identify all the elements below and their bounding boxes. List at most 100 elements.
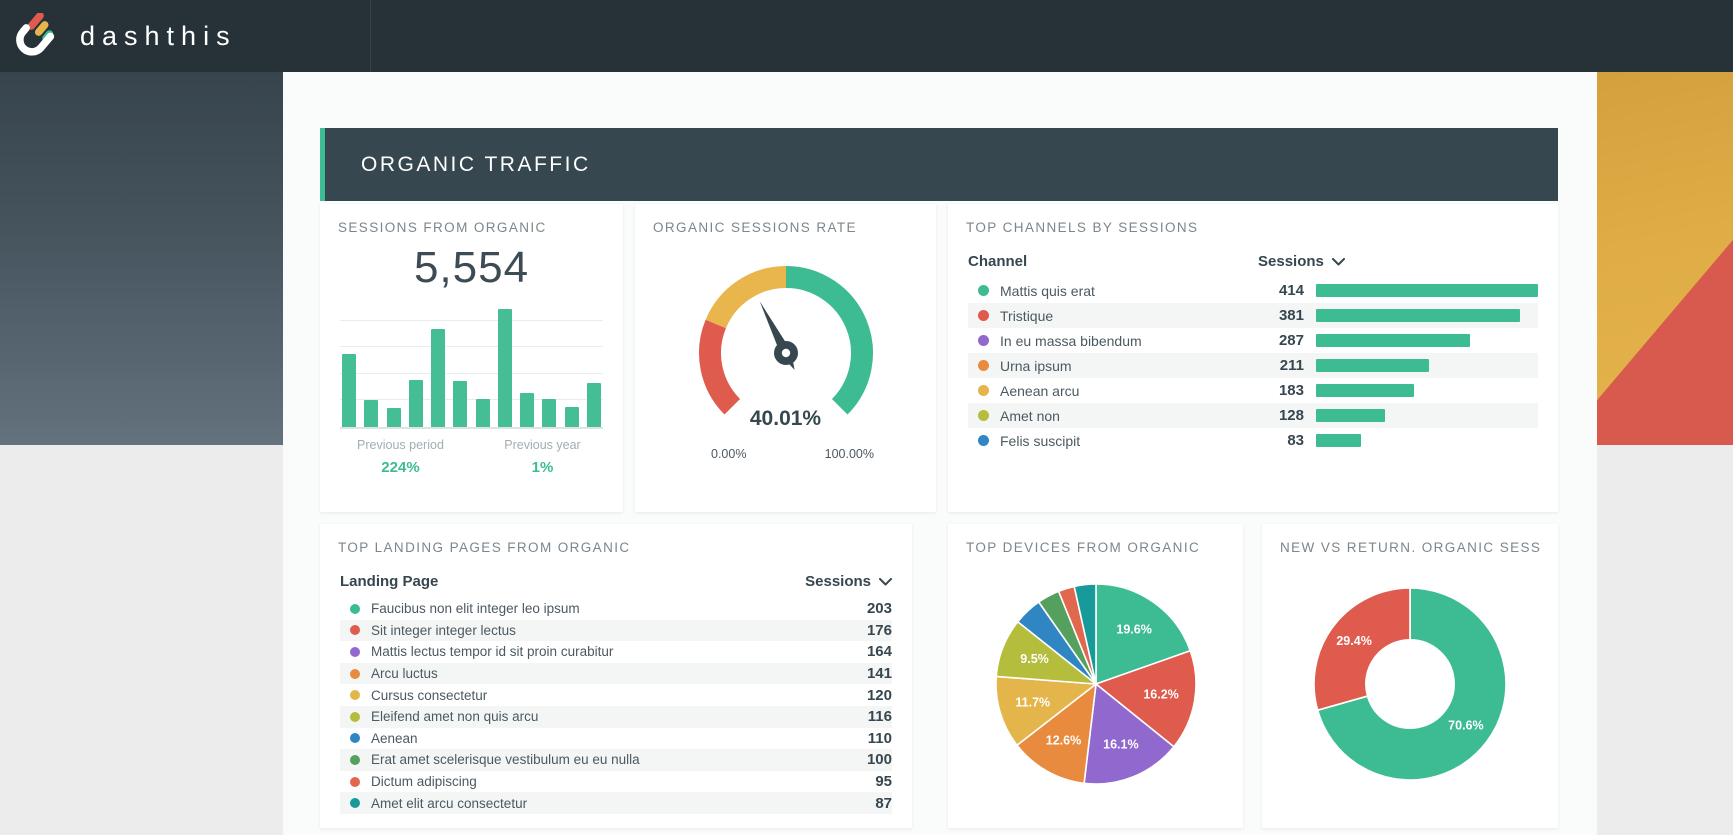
series-dot xyxy=(350,669,360,679)
top-navbar: dashthis xyxy=(0,0,1733,72)
background-photo-right xyxy=(1597,72,1733,445)
previous-period-stat: Previous period 224% xyxy=(340,438,461,476)
new-vs-returning-donut-chart: 70.6% 29.4% xyxy=(1262,569,1558,799)
series-dot xyxy=(350,625,360,635)
row-bar-track xyxy=(1316,334,1538,347)
sessions-sort-header[interactable]: Sessions xyxy=(805,573,892,590)
row-label: Erat amet scelerisque vestibulum eu eu n… xyxy=(371,752,840,767)
bar xyxy=(409,380,423,427)
table-row: Amet elit arcu consectetur87 xyxy=(340,792,892,814)
row-value: 95 xyxy=(840,773,892,790)
row-bar xyxy=(1316,284,1538,297)
channel-column-header: Channel xyxy=(968,253,1027,270)
gauge-chart: 40.01% 0.00% 100.00% xyxy=(635,249,936,489)
section-banner: ORGANIC TRAFFIC xyxy=(320,128,1558,201)
row-value: 128 xyxy=(1258,407,1304,424)
series-dot xyxy=(350,604,360,614)
table-row: Amet non128 xyxy=(968,403,1538,428)
row-value: 211 xyxy=(1258,357,1304,374)
pie-label: 9.5% xyxy=(1020,652,1049,666)
bar xyxy=(542,399,556,427)
table-row: Faucibus non elit integer leo ipsum203 xyxy=(340,598,892,620)
row-bar xyxy=(1316,334,1470,347)
devices-pie-chart: 19.6%16.2%16.1%12.6%11.7%9.5% xyxy=(948,569,1243,799)
row-label: Amet elit arcu consectetur xyxy=(371,796,840,811)
gauge-hub-center xyxy=(781,349,789,357)
previous-year-stat: Previous year 1% xyxy=(482,438,603,476)
row-bar-track xyxy=(1316,309,1538,322)
card-title: TOP CHANNELS BY SESSIONS xyxy=(966,220,1540,235)
gauge-min-label: 0.00% xyxy=(711,447,746,461)
series-dot xyxy=(978,435,989,446)
row-value: 83 xyxy=(1258,432,1304,449)
series-dot xyxy=(978,335,989,346)
background-photo-left xyxy=(0,72,283,445)
row-value: 381 xyxy=(1258,307,1304,324)
table-header: Channel Sessions xyxy=(968,253,1538,270)
row-bar xyxy=(1316,384,1414,397)
row-label: Cursus consectetur xyxy=(371,688,840,703)
table-row: Aenean110 xyxy=(340,728,892,750)
sessions-sort-header[interactable]: Sessions xyxy=(1258,253,1538,270)
card-new-vs-returning: NEW VS RETURN. ORGANIC SESSI... 70.6%29.… xyxy=(1262,524,1558,828)
bar xyxy=(565,407,579,427)
landing-page-column-header: Landing Page xyxy=(340,573,438,590)
series-dot xyxy=(978,385,989,396)
pie-label: 29.4% xyxy=(1336,634,1371,648)
row-label: Arcu luctus xyxy=(371,666,840,681)
bar xyxy=(453,381,467,427)
card-title: TOP DEVICES FROM ORGANIC xyxy=(966,540,1225,555)
series-dot xyxy=(978,410,989,421)
row-bar xyxy=(1316,359,1429,372)
gauge-segment xyxy=(786,277,862,407)
row-label: Tristique xyxy=(1000,308,1258,324)
series-dot xyxy=(350,755,360,765)
row-label: Aenean arcu xyxy=(1000,383,1258,399)
table-row: Arcu luctus141 xyxy=(340,663,892,685)
table-row: Eleifend amet non quis arcu116 xyxy=(340,706,892,728)
card-sessions-from-organic: SESSIONS FROM ORGANIC 5,554 Previous per… xyxy=(320,204,623,512)
card-top-channels: TOP CHANNELS BY SESSIONS Channel Session… xyxy=(948,204,1558,512)
series-dot xyxy=(350,733,360,743)
table-row: Aenean arcu183 xyxy=(968,378,1538,403)
previous-period-value: 224% xyxy=(340,459,461,476)
table-row: Mattis quis erat414 xyxy=(968,278,1538,303)
table-row: Tristique381 xyxy=(968,303,1538,328)
brand[interactable]: dashthis xyxy=(0,13,237,59)
row-label: Sit integer integer lectus xyxy=(371,623,840,638)
row-label: Felis suscipit xyxy=(1000,433,1258,449)
card-title: TOP LANDING PAGES FROM ORGANIC xyxy=(338,540,894,555)
channels-table-body: Mattis quis erat414Tristique381In eu mas… xyxy=(968,278,1538,453)
table-header: Landing Page Sessions xyxy=(340,573,892,590)
pie-label: 16.2% xyxy=(1143,687,1178,701)
row-value: 100 xyxy=(840,751,892,768)
pie-label: 70.6% xyxy=(1448,719,1483,733)
row-bar-track xyxy=(1316,284,1538,297)
row-label: Dictum adipiscing xyxy=(371,774,840,789)
row-bar-track xyxy=(1316,384,1538,397)
row-label: Eleifend amet non quis arcu xyxy=(371,709,840,724)
bar xyxy=(476,399,490,427)
series-dot xyxy=(978,310,989,321)
row-value: 287 xyxy=(1258,332,1304,349)
gauge-segment xyxy=(710,324,732,407)
navbar-divider xyxy=(370,0,371,72)
pie-label: 19.6% xyxy=(1116,622,1151,636)
row-bar-track xyxy=(1316,359,1538,372)
row-label: In eu massa bibendum xyxy=(1000,333,1258,349)
row-value: 414 xyxy=(1258,282,1304,299)
landing-pages-table-body: Faucibus non elit integer leo ipsum203 Si… xyxy=(340,598,892,814)
row-bar-track xyxy=(1316,434,1538,447)
row-value: 116 xyxy=(840,708,892,725)
row-bar xyxy=(1316,309,1520,322)
row-label: Aenean xyxy=(371,731,840,746)
pie-label: 11.7% xyxy=(1015,695,1050,709)
table-row: Cursus consectetur120 xyxy=(340,684,892,706)
row-label: Amet non xyxy=(1000,408,1258,424)
table-row: Dictum adipiscing95 xyxy=(340,771,892,793)
brand-name: dashthis xyxy=(80,21,237,52)
table-row: Urna ipsum211 xyxy=(968,353,1538,378)
sessions-column-header: Sessions xyxy=(805,573,871,590)
previous-period-label: Previous period xyxy=(340,438,461,452)
row-value: 110 xyxy=(840,730,892,747)
